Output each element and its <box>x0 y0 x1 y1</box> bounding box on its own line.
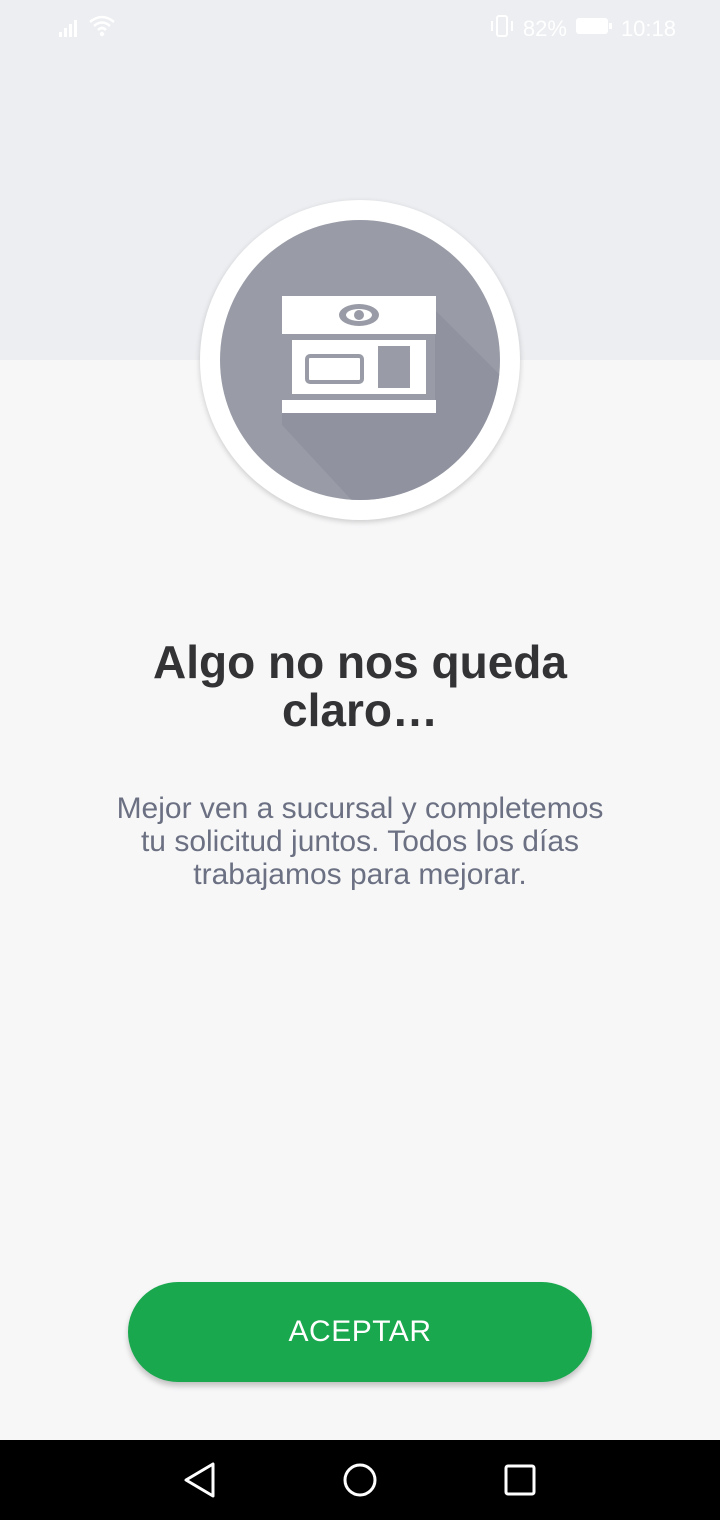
hero-circle <box>200 200 520 520</box>
status-left <box>58 14 116 43</box>
back-icon[interactable] <box>180 1460 220 1500</box>
page-title: Algo no nos queda claro… <box>153 636 567 736</box>
clock: 10:18 <box>620 16 676 41</box>
vibrate-icon <box>489 14 515 44</box>
signal-icon <box>58 16 82 43</box>
accept-button[interactable]: ACEPTAR <box>128 1282 592 1382</box>
screen: 82% 10:18 Algo no nos queda claro… Mejor… <box>0 0 720 1520</box>
home-icon[interactable] <box>340 1460 380 1500</box>
hero-icon-background <box>220 220 500 500</box>
recents-icon[interactable] <box>500 1460 540 1500</box>
status-right: 82% 10:18 <box>489 14 676 44</box>
accept-button-label: ACEPTAR <box>288 1315 432 1348</box>
battery-percent: 82% <box>522 16 567 41</box>
navigation-bar <box>0 1440 720 1520</box>
message-text: Mejor ven a sucursal y completemos tu so… <box>116 792 604 891</box>
battery-icon <box>575 16 613 42</box>
status-bar: 82% 10:18 <box>0 0 720 56</box>
wifi-icon <box>88 14 116 43</box>
bank-branch-icon <box>282 296 500 500</box>
